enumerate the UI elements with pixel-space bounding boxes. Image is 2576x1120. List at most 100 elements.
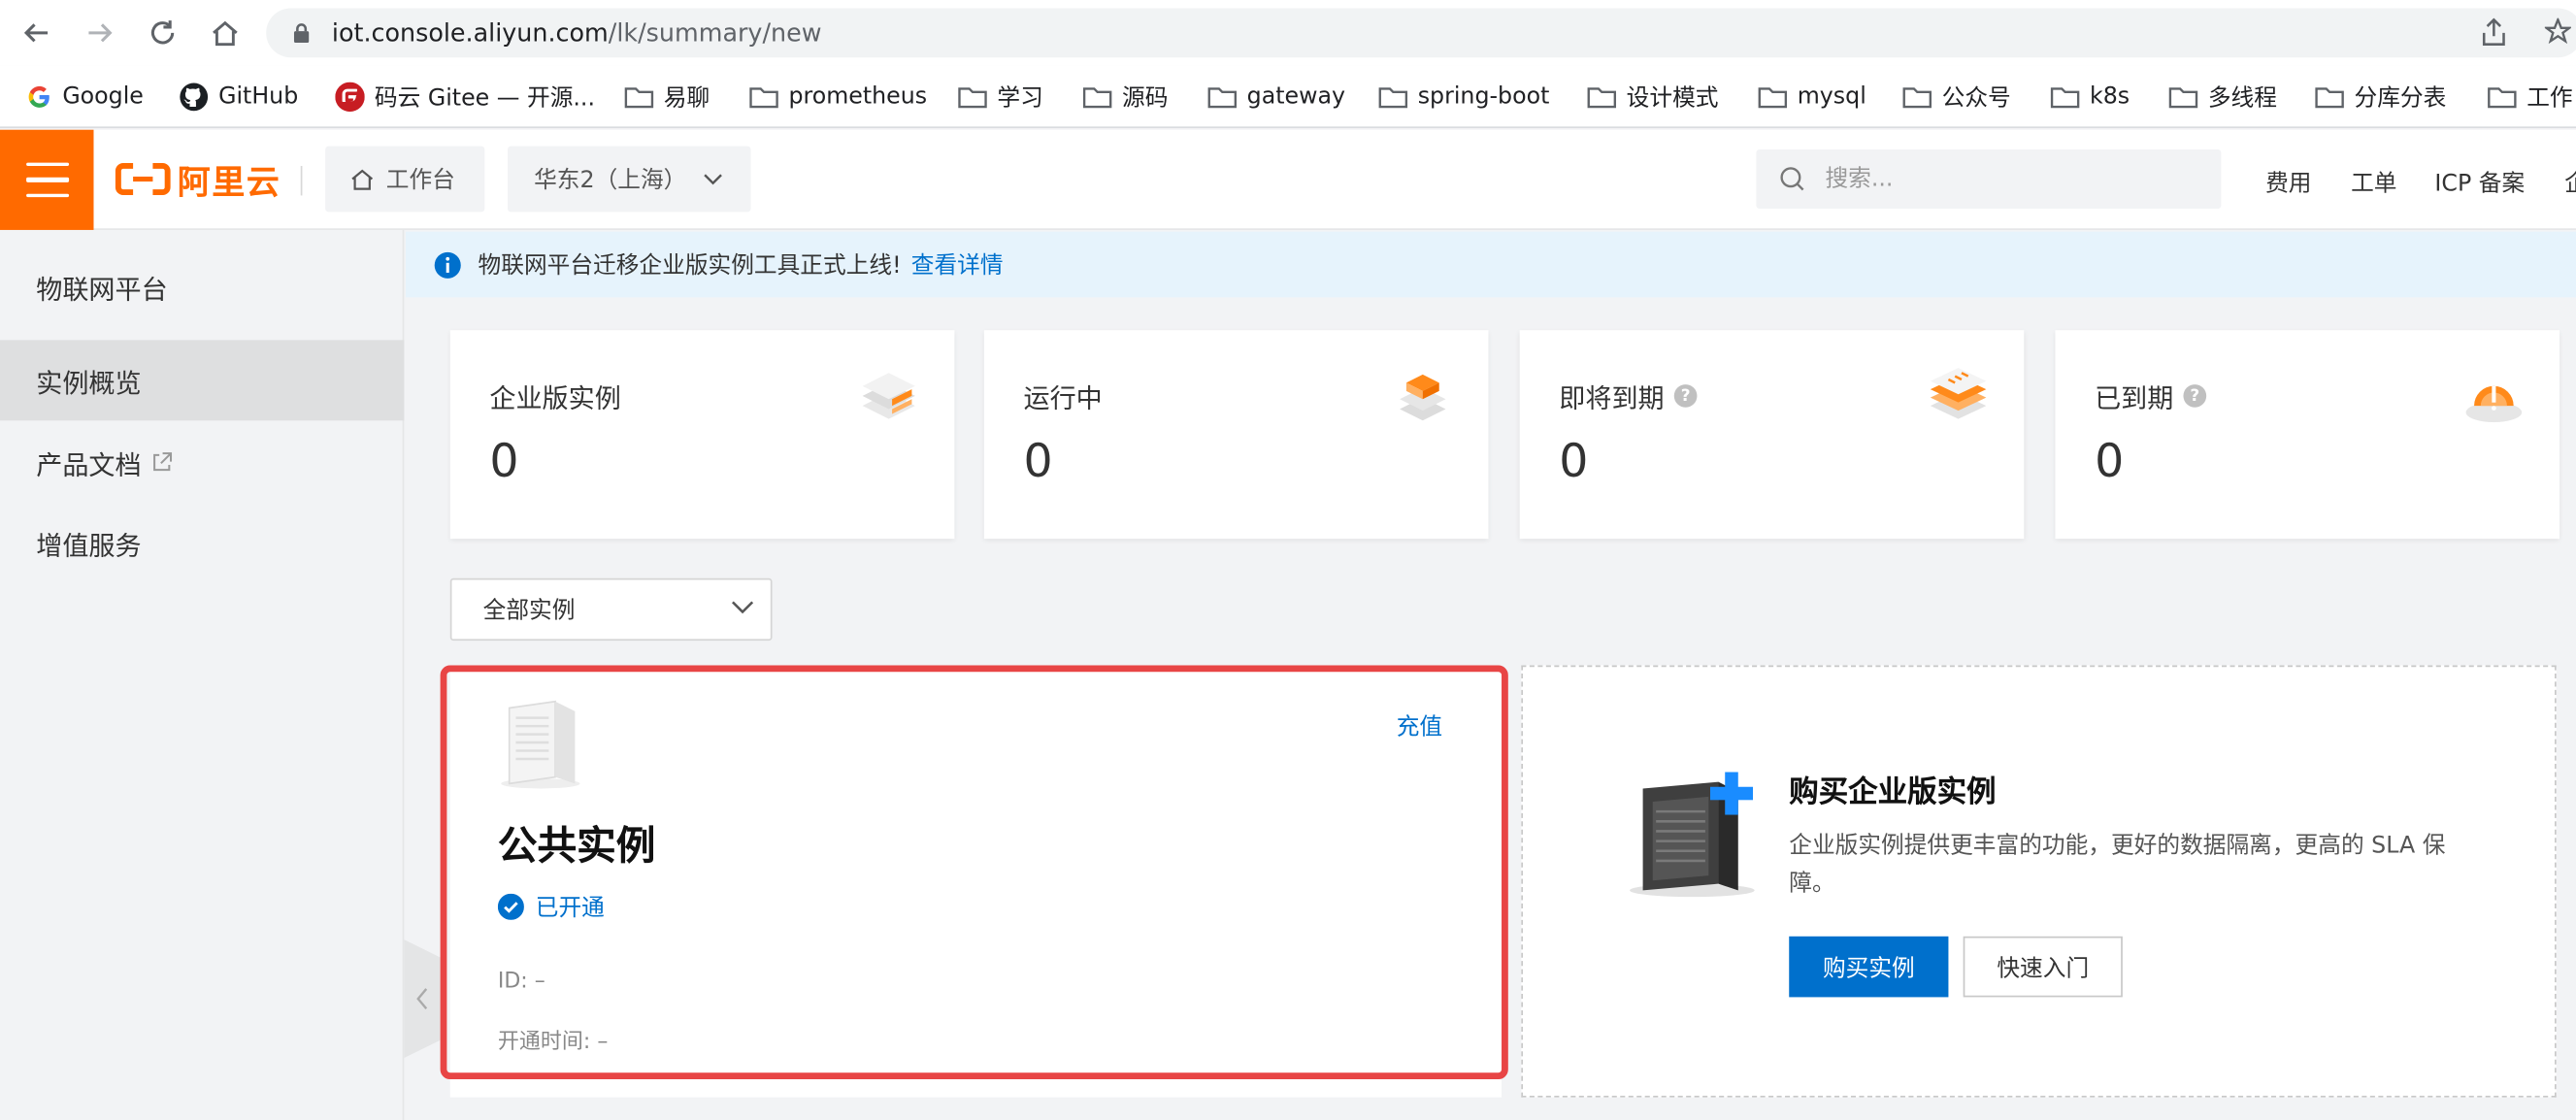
help-icon[interactable]: ?: [1673, 384, 1698, 408]
bookmarks-bar: Google GitHub 码云 Gitee — 开源... 易聊 promet…: [0, 65, 2576, 129]
bookmark-label: 公众号: [1941, 85, 2011, 113]
bookmark-folder[interactable]: 分库分表: [2315, 81, 2446, 114]
folder-icon: [1902, 87, 1932, 109]
quick-start-button[interactable]: 快速入门: [1963, 936, 2123, 998]
stat-value: 0: [489, 433, 519, 488]
search-input[interactable]: [1825, 165, 2187, 193]
url-host: iot.console.aliyun.com: [331, 17, 609, 49]
bookmark-folder[interactable]: k8s: [2050, 81, 2130, 114]
bookmark-folder[interactable]: spring-boot: [1378, 81, 1549, 114]
notice-detail-link[interactable]: 查看详情: [911, 248, 1004, 281]
region-selector[interactable]: 华东2（上海）: [508, 146, 751, 213]
global-search[interactable]: [1756, 149, 2222, 209]
bookmark-folder[interactable]: 源码: [1082, 81, 1168, 114]
highlight-box: [440, 665, 1508, 1080]
console-header: 阿里云 工作台 华东2（上海） 费用 工单 ICP 备案 企: [0, 129, 2576, 230]
logo-text: 阿里云: [177, 161, 281, 202]
region-label: 华东2（上海）: [534, 167, 687, 194]
billing-link[interactable]: 费用: [2265, 166, 2311, 199]
bookmark-label: 易聊: [663, 85, 710, 113]
sidebar-collapse-button[interactable]: [404, 939, 441, 1059]
folder-icon: [2315, 87, 2344, 109]
bookmark-label: 学习: [997, 85, 1043, 113]
sidebar-item-overview[interactable]: 实例概览: [0, 340, 405, 421]
sidebar-item-label: 实例概览: [36, 367, 142, 399]
icp-link[interactable]: ICP 备案: [2434, 166, 2525, 199]
sidebar-title: 物联网平台: [36, 274, 168, 306]
bookmark-label: prometheus: [788, 83, 928, 111]
url-path: /lk/summary/new: [608, 17, 822, 49]
stat-card-running: 运行中 0: [983, 330, 1489, 540]
instance-filter-select[interactable]: 全部实例: [449, 577, 773, 642]
bookmark-google[interactable]: Google: [26, 81, 144, 114]
lock-icon: [293, 23, 310, 44]
search-icon: [1780, 167, 1804, 191]
bookmark-label: spring-boot: [1417, 83, 1550, 111]
external-link-icon: [153, 452, 173, 472]
stat-label: 企业版实例: [489, 382, 621, 414]
folder-icon: [2168, 87, 2198, 109]
bookmark-label: 分库分表: [2354, 85, 2447, 113]
menu-line: [25, 162, 69, 167]
arrow-right-icon: [88, 23, 113, 43]
ticket-link[interactable]: 工单: [2351, 166, 2396, 199]
bookmark-folder[interactable]: gateway: [1207, 81, 1345, 114]
folder-icon: [2488, 87, 2517, 109]
help-icon[interactable]: ?: [2183, 384, 2207, 408]
stat-label: 即将到期?: [1559, 377, 1698, 416]
home-button[interactable]: [206, 14, 246, 53]
bookmark-folder[interactable]: 工作: [2488, 81, 2573, 114]
sidebar-item-vas[interactable]: 增值服务: [0, 503, 404, 583]
address-bar[interactable]: iot.console.aliyun.com/lk/summary/new: [266, 8, 2576, 58]
running-stack-icon: [1400, 374, 1446, 421]
folder-icon: [1758, 87, 1788, 109]
sidebar-item-docs[interactable]: 产品文档: [0, 422, 404, 503]
folder-icon: [1082, 87, 1112, 109]
gitee-icon: [335, 82, 365, 113]
bookmark-folder[interactable]: mysql: [1758, 81, 1866, 114]
home-icon: [351, 168, 374, 189]
google-icon: [28, 85, 50, 108]
bookmark-folder[interactable]: 公众号: [1902, 81, 2011, 114]
folder-icon: [1378, 87, 1408, 109]
stat-value: 0: [1559, 433, 1589, 488]
bookmark-folder[interactable]: 多线程: [2168, 81, 2277, 114]
bookmark-label: mysql: [1797, 83, 1866, 111]
folder-icon: [624, 87, 654, 109]
folder-icon: [749, 87, 778, 109]
bookmark-label: k8s: [2089, 83, 2130, 111]
workbench-button[interactable]: 工作台: [325, 146, 485, 213]
home-icon: [213, 20, 238, 47]
buy-card-description: 企业版实例提供更丰富的功能，更好的数据隔离，更高的 SLA 保障。: [1789, 833, 2446, 898]
forward-button[interactable]: [81, 14, 120, 53]
chevron-down-icon: [732, 601, 754, 614]
bookmark-folder[interactable]: 易聊: [624, 81, 710, 114]
bookmark-label: Google: [62, 83, 144, 111]
workbench-label: 工作台: [385, 167, 455, 194]
info-icon: [434, 250, 461, 279]
stat-label: 运行中: [1023, 382, 1103, 414]
bookmark-gitee[interactable]: 码云 Gitee — 开源...: [335, 81, 595, 114]
menu-button[interactable]: [0, 129, 94, 230]
bookmark-github[interactable]: GitHub: [179, 81, 298, 114]
star-icon: [2544, 17, 2571, 45]
enterprise-link[interactable]: 企: [2564, 166, 2576, 199]
stat-card-enterprise: 企业版实例 0: [449, 330, 955, 540]
aliyun-logo[interactable]: 阿里云: [115, 159, 281, 201]
url-text: iot.console.aliyun.com/lk/summary/new: [332, 18, 822, 48]
bookmark-folder[interactable]: 设计模式: [1587, 81, 1718, 114]
stat-value: 0: [2095, 433, 2125, 488]
bookmark-folder[interactable]: 学习: [958, 81, 1043, 114]
bookmark-folder[interactable]: prometheus: [749, 81, 927, 114]
buy-instance-button[interactable]: 购买实例: [1789, 936, 1949, 998]
reload-icon: [150, 20, 175, 45]
back-button[interactable]: [17, 14, 56, 53]
enterprise-stack-icon: [862, 373, 915, 419]
arrow-left-icon: [23, 23, 49, 43]
folder-icon: [1207, 87, 1238, 109]
bookmark-label: 码云 Gitee — 开源...: [374, 85, 595, 113]
reload-button[interactable]: [143, 14, 182, 53]
sidebar-item-label: 增值服务: [36, 529, 142, 562]
bookmark-label: gateway: [1246, 83, 1346, 111]
sidebar-item-label: 产品文档: [36, 448, 142, 481]
